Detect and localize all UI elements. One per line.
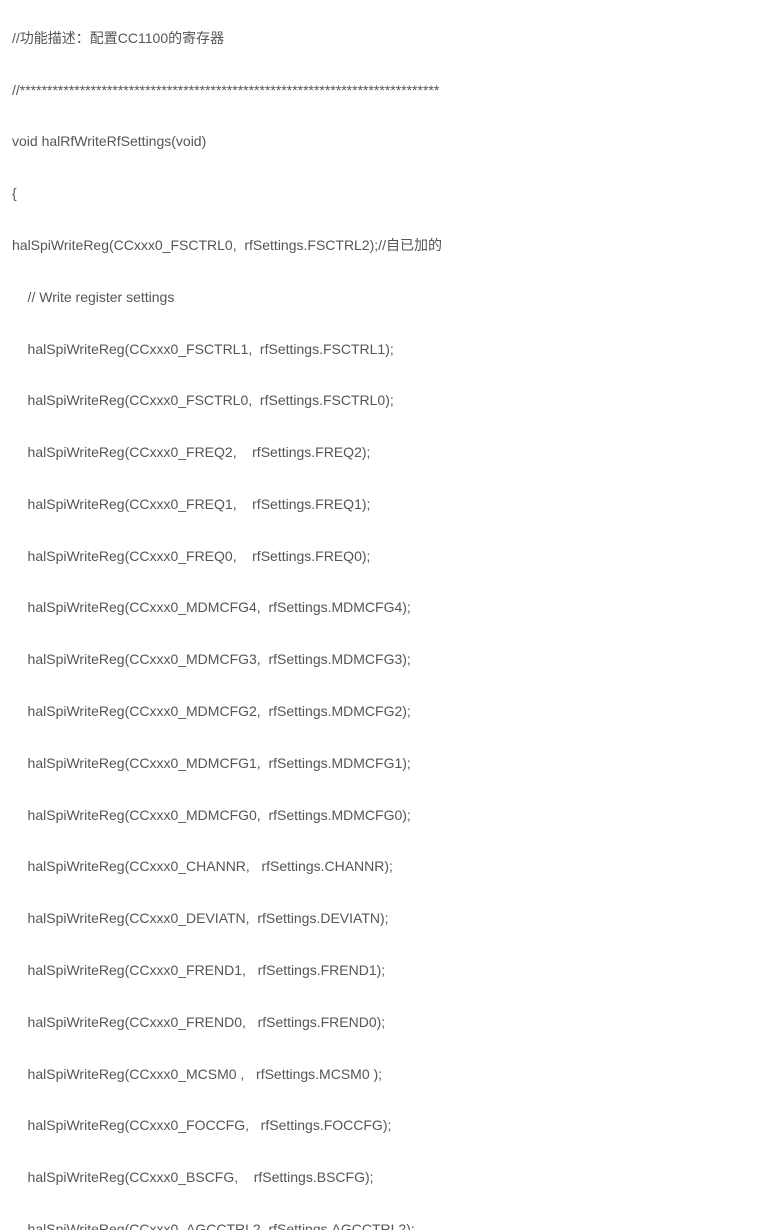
- code-line: halSpiWriteReg(CCxxx0_FREQ0, rfSettings.…: [12, 544, 771, 570]
- code-line: halSpiWriteReg(CCxxx0_FREQ2, rfSettings.…: [12, 440, 771, 466]
- code-line: halSpiWriteReg(CCxxx0_FSCTRL0, rfSetting…: [12, 388, 771, 414]
- code-line: halSpiWriteReg(CCxxx0_FSCTRL1, rfSetting…: [12, 337, 771, 363]
- code-line: halSpiWriteReg(CCxxx0_MDMCFG3, rfSetting…: [12, 647, 771, 673]
- code-line: halSpiWriteReg(CCxxx0_MCSM0 , rfSettings…: [12, 1062, 771, 1088]
- code-line: //**************************************…: [12, 78, 771, 104]
- code-line: halSpiWriteReg(CCxxx0_FOCCFG, rfSettings…: [12, 1113, 771, 1139]
- code-line: halSpiWriteReg(CCxxx0_FREQ1, rfSettings.…: [12, 492, 771, 518]
- code-line: halSpiWriteReg(CCxxx0_DEVIATN, rfSetting…: [12, 906, 771, 932]
- code-line: halSpiWriteReg(CCxxx0_AGCCTRL2, rfSettin…: [12, 1217, 771, 1230]
- code-line: halSpiWriteReg(CCxxx0_FREND1, rfSettings…: [12, 958, 771, 984]
- code-line: void halRfWriteRfSettings(void): [12, 129, 771, 155]
- code-line: // Write register settings: [12, 285, 771, 311]
- code-line: halSpiWriteReg(CCxxx0_CHANNR, rfSettings…: [12, 854, 771, 880]
- code-block: //功能描述：配置CC1100的寄存器 //******************…: [0, 0, 783, 1230]
- code-line: halSpiWriteReg(CCxxx0_MDMCFG2, rfSetting…: [12, 699, 771, 725]
- code-line: //功能描述：配置CC1100的寄存器: [12, 26, 771, 52]
- code-line: halSpiWriteReg(CCxxx0_FSCTRL0, rfSetting…: [12, 233, 771, 259]
- code-line: halSpiWriteReg(CCxxx0_MDMCFG1, rfSetting…: [12, 751, 771, 777]
- code-line: halSpiWriteReg(CCxxx0_BSCFG, rfSettings.…: [12, 1165, 771, 1191]
- code-line: halSpiWriteReg(CCxxx0_MDMCFG0, rfSetting…: [12, 803, 771, 829]
- code-line: halSpiWriteReg(CCxxx0_MDMCFG4, rfSetting…: [12, 595, 771, 621]
- code-line: {: [12, 181, 771, 207]
- code-line: halSpiWriteReg(CCxxx0_FREND0, rfSettings…: [12, 1010, 771, 1036]
